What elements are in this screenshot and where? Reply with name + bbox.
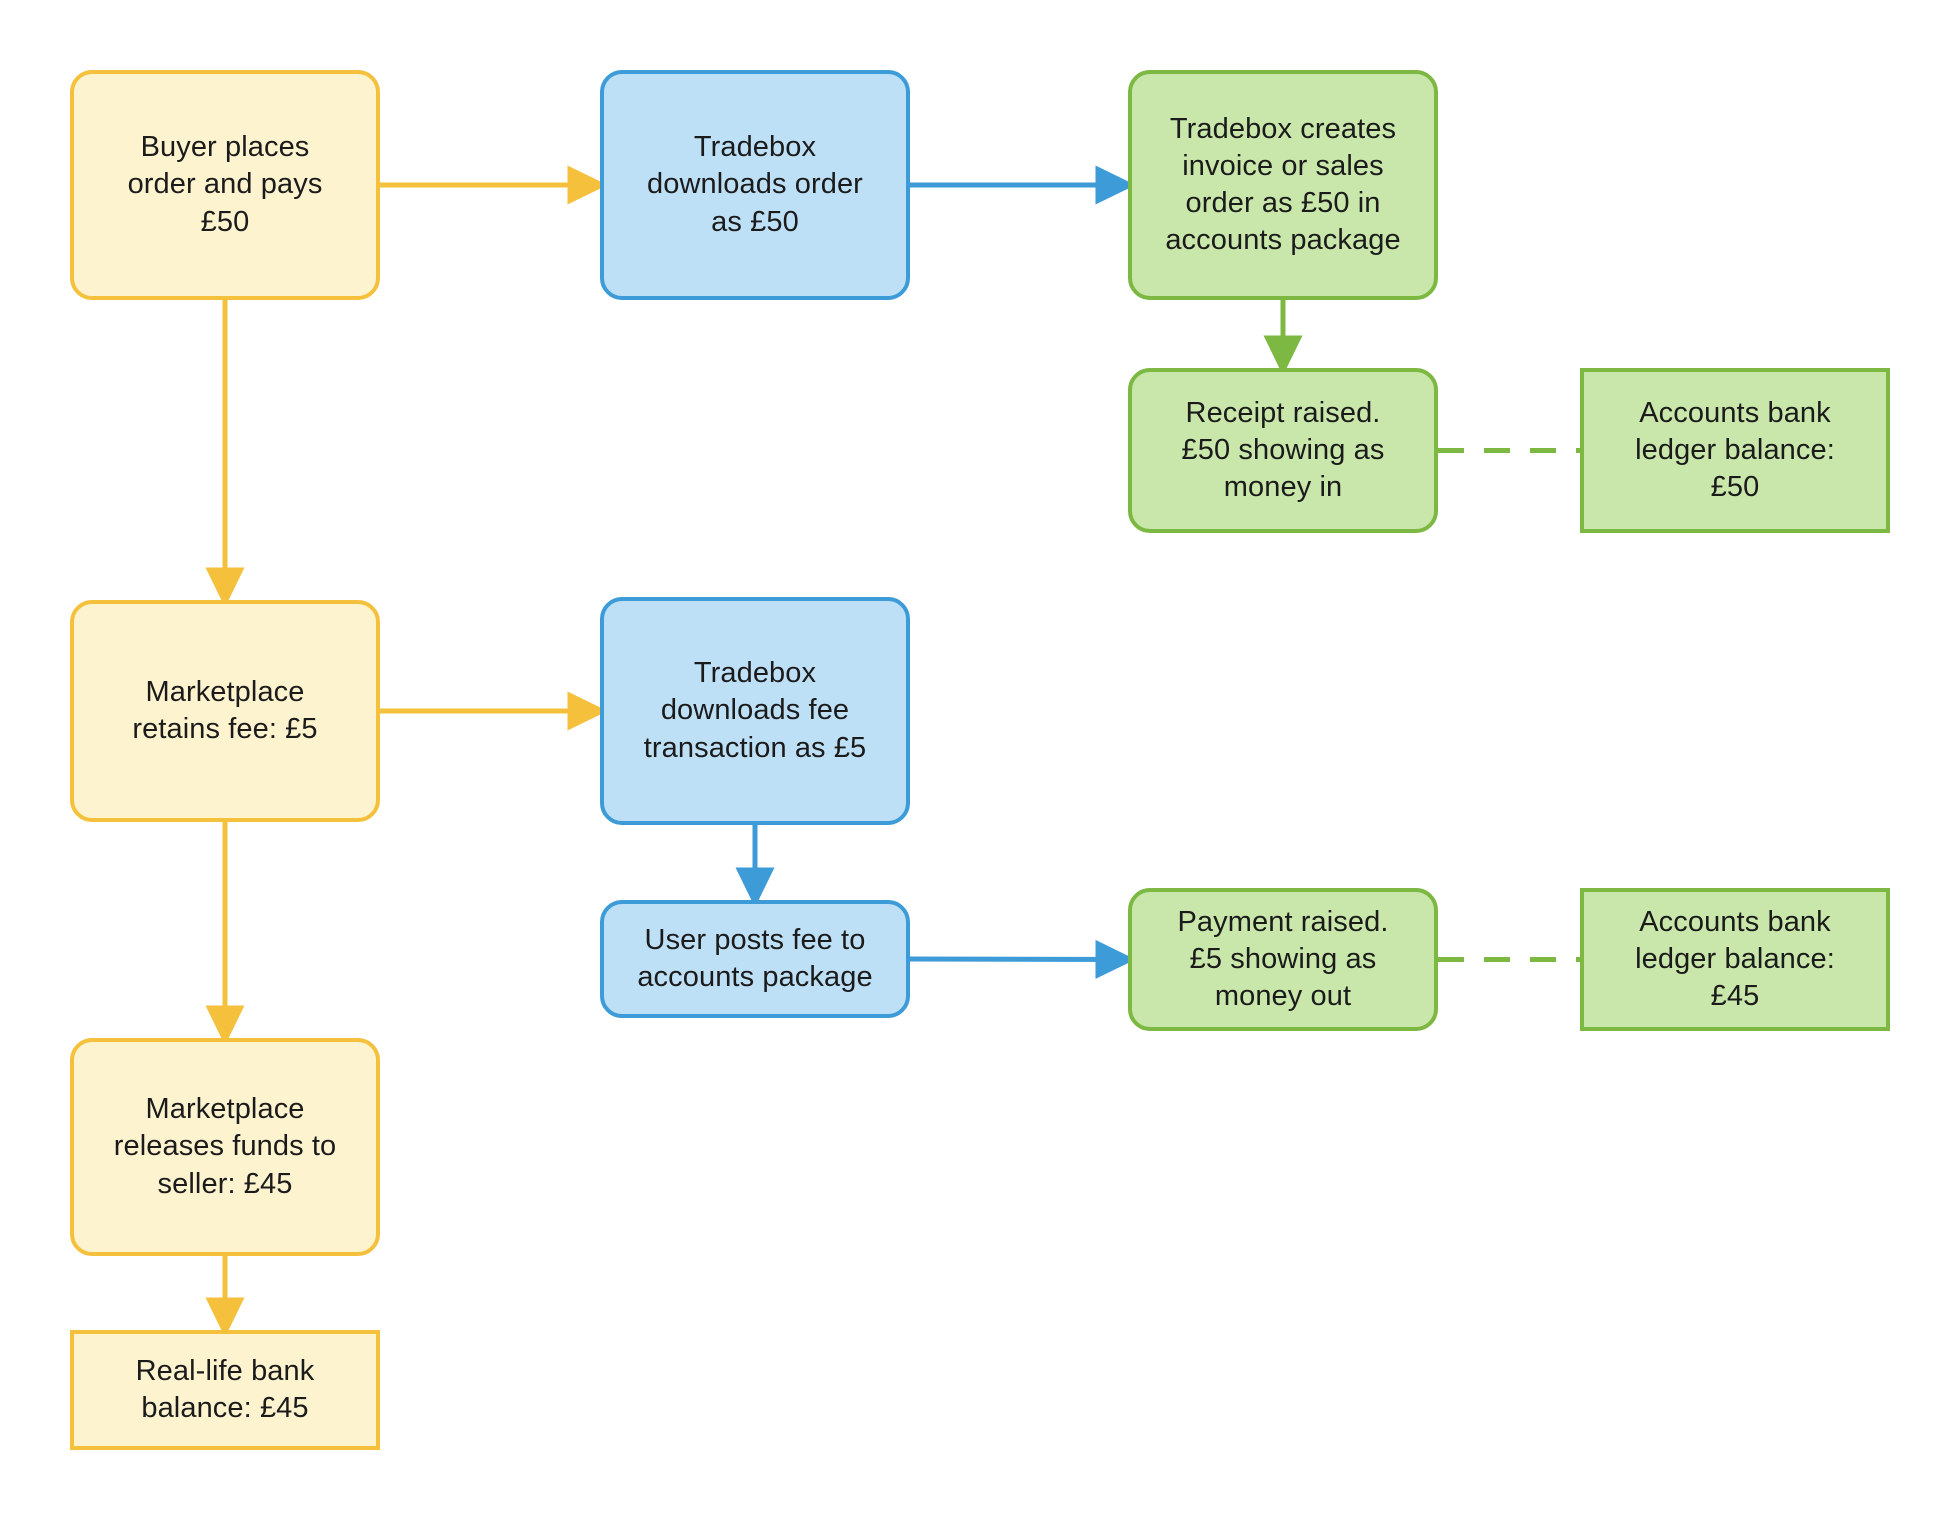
node-buyer-places-order: Buyer places order and pays £50 [70, 70, 380, 300]
node-marketplace-releases-funds: Marketplace releases funds to seller: £4… [70, 1038, 380, 1256]
node-tradebox-creates-invoice: Tradebox creates invoice or sales order … [1128, 70, 1438, 300]
node-real-life-bank-balance: Real-life bank balance: £45 [70, 1330, 380, 1450]
flowchart-canvas: Buyer places order and pays £50 Tradebox … [0, 0, 1950, 1519]
node-receipt-raised: Receipt raised. £50 showing as money in [1128, 368, 1438, 533]
node-tradebox-downloads-fee: Tradebox downloads fee transaction as £5 [600, 597, 910, 825]
node-payment-raised: Payment raised. £5 showing as money out [1128, 888, 1438, 1031]
edge-user-posts-to-payment [909, 939, 1136, 979]
node-tradebox-downloads-order: Tradebox downloads order as £50 [600, 70, 910, 300]
node-marketplace-retains-fee: Marketplace retains fee: £5 [70, 600, 380, 822]
node-accounts-ledger-balance-50: Accounts bank ledger balance: £50 [1580, 368, 1890, 533]
node-user-posts-fee: User posts fee to accounts package [600, 900, 910, 1018]
node-accounts-ledger-balance-45: Accounts bank ledger balance: £45 [1580, 888, 1890, 1031]
